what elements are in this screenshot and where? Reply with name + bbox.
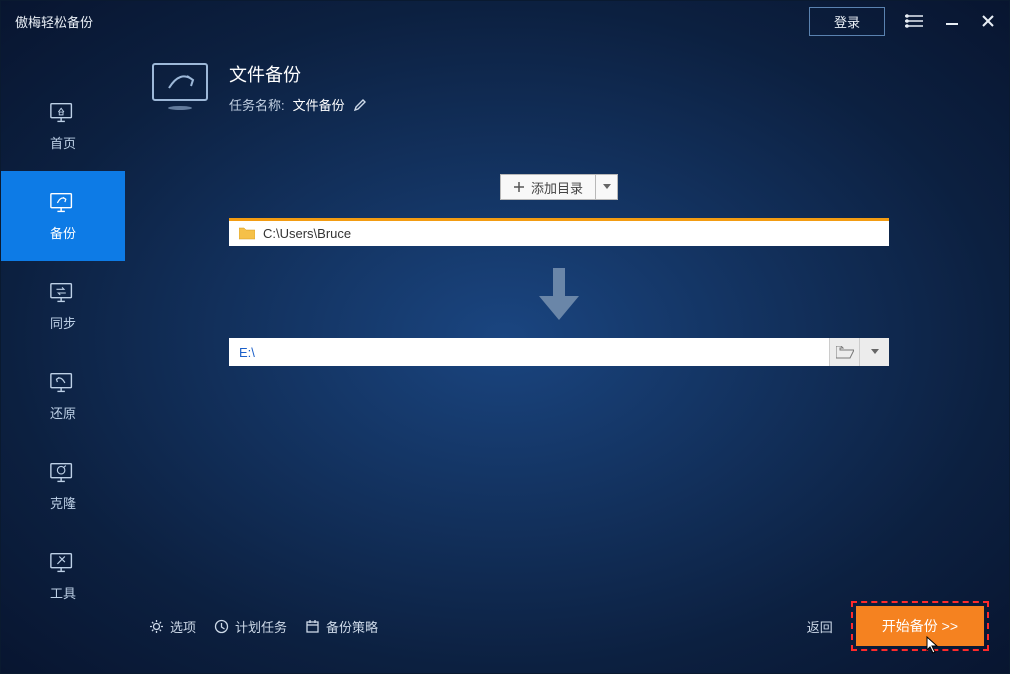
options-button[interactable]: 选项 bbox=[149, 617, 196, 636]
destination-path-text: E:\ bbox=[239, 345, 829, 360]
gear-icon bbox=[149, 619, 164, 634]
sidebar-item-label: 工具 bbox=[50, 583, 76, 602]
footer-left: 选项 计划任务 备份策略 bbox=[149, 617, 378, 636]
minimize-icon[interactable] bbox=[945, 14, 959, 28]
footer-bar: 选项 计划任务 备份策略 bbox=[149, 601, 989, 651]
task-label: 任务名称: bbox=[229, 95, 285, 114]
app-title: 傲梅轻松备份 bbox=[15, 12, 809, 31]
home-icon bbox=[49, 101, 77, 125]
back-button[interactable]: 返回 bbox=[807, 617, 833, 636]
sidebar-item-home[interactable]: 首页 bbox=[1, 81, 125, 171]
app-window: 傲梅轻松备份 登录 首页 bbox=[0, 0, 1010, 674]
app-body: 首页 备份 同步 还原 bbox=[1, 41, 1009, 673]
center-area: 添加目录 C:\Users\Bruce E:\ bbox=[149, 174, 969, 366]
menu-list-icon[interactable] bbox=[905, 14, 923, 28]
task-name-row: 任务名称: 文件备份 bbox=[229, 95, 367, 114]
task-value: 文件备份 bbox=[293, 95, 345, 114]
clock-icon bbox=[214, 619, 229, 634]
sidebar-item-tools[interactable]: 工具 bbox=[1, 531, 125, 621]
add-directory-label: 添加目录 bbox=[531, 178, 583, 197]
sidebar-item-label: 同步 bbox=[50, 313, 76, 332]
calendar-icon bbox=[305, 619, 320, 634]
add-directory-button[interactable]: 添加目录 bbox=[500, 174, 596, 200]
restore-icon bbox=[49, 371, 77, 395]
options-label: 选项 bbox=[170, 617, 196, 636]
add-directory-row: 添加目录 bbox=[500, 174, 618, 200]
main-panel: 文件备份 任务名称: 文件备份 bbox=[125, 41, 1009, 673]
header-texts: 文件备份 任务名称: 文件备份 bbox=[229, 61, 367, 114]
sync-icon bbox=[49, 281, 77, 305]
sidebar: 首页 备份 同步 还原 bbox=[1, 41, 125, 673]
file-backup-monitor-icon bbox=[149, 63, 211, 113]
schedule-button[interactable]: 计划任务 bbox=[214, 617, 287, 636]
tools-icon bbox=[49, 551, 77, 575]
clone-icon bbox=[49, 461, 77, 485]
source-path-text: C:\Users\Bruce bbox=[263, 226, 351, 241]
backup-icon bbox=[49, 191, 77, 215]
sidebar-item-label: 备份 bbox=[50, 223, 76, 242]
login-button[interactable]: 登录 bbox=[809, 7, 885, 36]
sidebar-item-backup[interactable]: 备份 bbox=[1, 171, 125, 261]
sidebar-item-sync[interactable]: 同步 bbox=[1, 261, 125, 351]
sidebar-item-label: 首页 bbox=[50, 133, 76, 152]
destination-path-bar[interactable]: E:\ bbox=[229, 338, 889, 366]
destination-dropdown[interactable] bbox=[859, 338, 889, 366]
schedule-label: 计划任务 bbox=[235, 617, 287, 636]
strategy-button[interactable]: 备份策略 bbox=[305, 617, 378, 636]
arrow-down-icon bbox=[539, 268, 579, 320]
plus-icon bbox=[513, 181, 525, 193]
start-button-highlight: 开始备份 >> bbox=[851, 601, 989, 651]
start-backup-button[interactable]: 开始备份 >> bbox=[856, 606, 984, 646]
sidebar-item-clone[interactable]: 克隆 bbox=[1, 441, 125, 531]
footer-right: 返回 开始备份 >> bbox=[807, 601, 989, 651]
close-icon[interactable] bbox=[981, 14, 995, 28]
source-path-bar[interactable]: C:\Users\Bruce bbox=[229, 218, 889, 246]
sidebar-item-restore[interactable]: 还原 bbox=[1, 351, 125, 441]
titlebar: 傲梅轻松备份 登录 bbox=[1, 1, 1009, 41]
edit-task-icon[interactable] bbox=[353, 98, 367, 112]
titlebar-controls bbox=[905, 14, 995, 28]
sidebar-item-label: 还原 bbox=[50, 403, 76, 422]
strategy-label: 备份策略 bbox=[326, 617, 378, 636]
folder-icon bbox=[239, 227, 255, 240]
browse-destination-button[interactable] bbox=[829, 338, 859, 366]
page-header: 文件备份 任务名称: 文件备份 bbox=[149, 61, 969, 114]
add-directory-dropdown[interactable] bbox=[596, 174, 618, 200]
page-title: 文件备份 bbox=[229, 61, 367, 87]
sidebar-item-label: 克隆 bbox=[50, 493, 76, 512]
